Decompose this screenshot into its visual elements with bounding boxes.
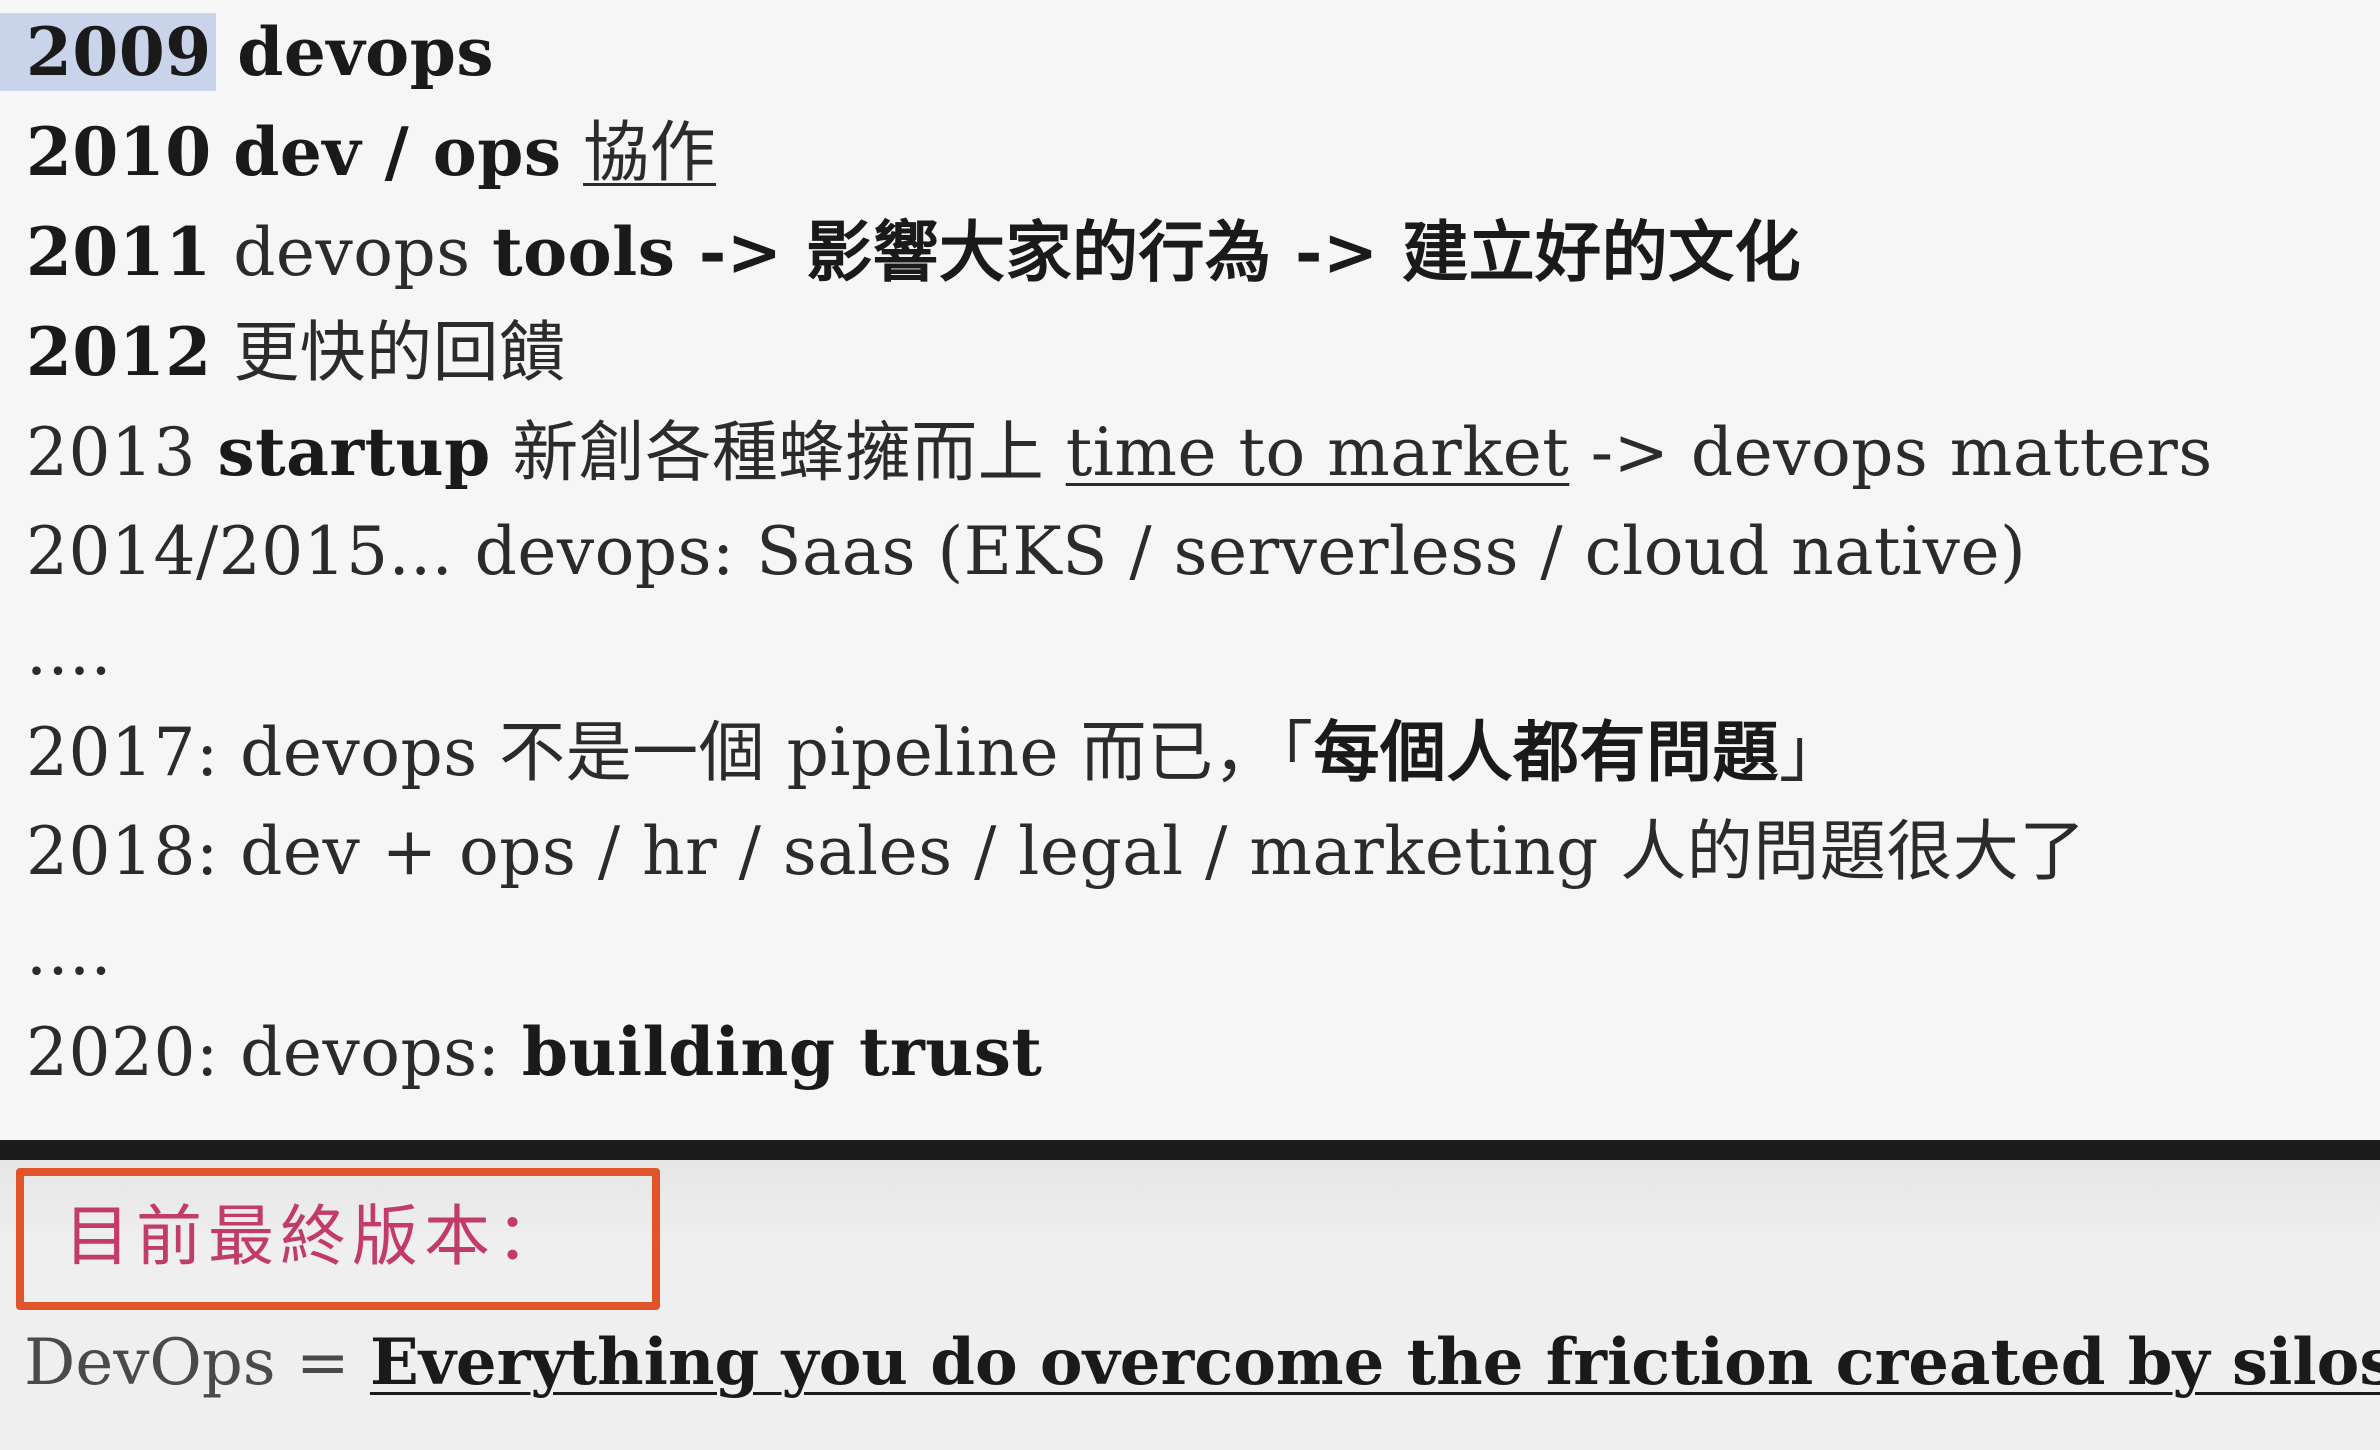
line-2020-bold: building trust	[521, 1013, 1043, 1091]
year-2012: 2012	[26, 313, 212, 391]
line-2012-text: 更快的回饋	[233, 314, 566, 391]
devops-definition: DevOps = Everything you do overcome the …	[24, 1318, 2380, 1408]
line-2013: 2013 startup 新創各種蜂擁而上 time to market -> …	[26, 402, 2213, 503]
line-2020-prefix: 2020: devops:	[26, 1014, 501, 1091]
year-2013: 2013	[26, 414, 196, 491]
line-2013-bold: startup	[217, 413, 491, 491]
line-2013-plain: 新創各種蜂擁而上	[512, 414, 1045, 491]
line-2013-tail: -> devops matters	[1590, 414, 2213, 491]
line-2018: 2018: dev + ops / hr / sales / legal / m…	[26, 813, 2086, 890]
line-2011-bold: tools -> 影響大家的行為 -> 建立好的文化	[492, 213, 1802, 291]
line-2014-2015: 2014/2015... devops: Saas (EKS / serverl…	[26, 513, 2027, 590]
callout-label: 目前最終版本：	[64, 1198, 568, 1275]
line-2020: 2020: devops: building trust	[26, 1002, 1042, 1103]
line-2010: 2010 dev / ops 協作	[26, 102, 716, 203]
line-2010-text: dev / ops	[233, 113, 562, 191]
year-2010: 2010	[26, 113, 212, 191]
line-2017-suffix: 」	[1779, 714, 1846, 791]
line-2017-prefix: 2017: devops 不是一個 pipeline 而已，「	[26, 714, 1314, 791]
definition-prefix: DevOps =	[24, 1326, 350, 1400]
divider-bar	[0, 1140, 2380, 1160]
line-2011-plain: devops	[233, 214, 471, 291]
year-2009-highlighted[interactable]: 2009	[0, 13, 216, 91]
definition-statement: Everything you do overcome the friction …	[369, 1325, 2380, 1400]
ellipsis-1: ....	[26, 613, 112, 690]
line-2013-underlined: time to market	[1065, 414, 1570, 491]
line-2017: 2017: devops 不是一個 pipeline 而已，「每個人都有問題」	[26, 702, 1846, 803]
line-2009: 2009 devops	[0, 2, 495, 103]
line-2010-underlined: 協作	[583, 114, 717, 191]
line-2009-text: devops	[237, 13, 495, 91]
ellipsis-2: ....	[26, 913, 112, 990]
line-2012: 2012 更快的回饋	[26, 302, 566, 403]
line-2011: 2011 devops tools -> 影響大家的行為 -> 建立好的文化	[26, 202, 1801, 303]
line-2017-bold: 每個人都有問題	[1313, 713, 1780, 791]
year-2011: 2011	[26, 213, 212, 291]
notes-document: 2009 devops 2010 dev / ops 協作 2011 devop…	[0, 0, 2380, 1140]
